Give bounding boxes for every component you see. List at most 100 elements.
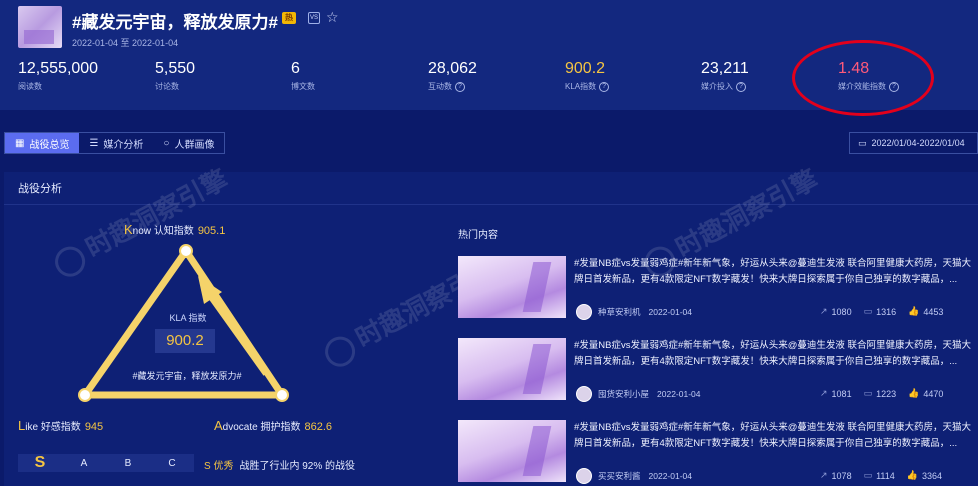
share-icon: ↗	[820, 388, 828, 398]
kla-advocate-label: Advocate 拥护指数 862.6	[214, 418, 333, 433]
stat-value: 12,555,000	[18, 60, 99, 77]
stat-media-input: 23,211 媒介投入?	[701, 60, 749, 92]
avatar	[576, 304, 592, 320]
comments-metric: ▭ 1114	[863, 470, 895, 481]
sliders-icon: ☰	[89, 137, 99, 149]
view-tabs: ▦ 战役总览 ☰ 媒介分析 ○ 人群画像	[4, 132, 226, 154]
grade-scale: S A B C	[18, 454, 194, 472]
tab-overview[interactable]: ▦ 战役总览	[5, 133, 80, 153]
grade-c: C	[168, 457, 176, 469]
shares-metric: ↗ 1080	[820, 306, 852, 317]
hot-content-item[interactable]: #发量NB症vs发量弱鸡症#新年新气象，好运从头来@蔓迪生发液 联合阿里健康大药…	[458, 420, 978, 486]
kla-know-label: Know 认知指数 905.1	[124, 222, 226, 237]
topic-title: #藏发元宇宙，释放发原力#	[72, 13, 278, 32]
post-metrics: ↗ 1080 ▭ 1316 👍 4453	[820, 306, 943, 317]
post-metrics: ↗ 1078 ▭ 1114 👍 3364	[820, 470, 942, 481]
comments-metric: ▭ 1316	[863, 306, 897, 317]
stat-reads: 12,555,000 阅读数	[18, 60, 98, 92]
comment-icon: ▭	[863, 306, 873, 316]
likes-metric: 👍 3364	[906, 470, 943, 481]
post-author: 种草安利机 2022-01-04	[598, 307, 692, 317]
tab-media-analysis[interactable]: ☰ 媒介分析	[79, 133, 153, 153]
stat-label: 互动数	[428, 82, 452, 91]
stat-value: 900.2	[565, 60, 606, 77]
divider	[4, 204, 978, 205]
avatar	[576, 386, 592, 402]
shares-metric: ↗ 1081	[820, 388, 852, 399]
post-image[interactable]	[458, 338, 566, 400]
kla-like-label: Like 好感指数 945	[18, 418, 104, 433]
kla-triangle-graphic	[78, 244, 289, 402]
stat-label: 阅读数	[18, 82, 42, 91]
stat-value: 28,062	[428, 60, 477, 77]
watermark-logo-icon	[319, 331, 361, 373]
hot-content-item[interactable]: #发量NB症vs发量弱鸡症#新年新气象，好运从头来@蔓迪生发液 联合阿里健康大药…	[458, 256, 978, 322]
stat-value: 23,211	[701, 60, 749, 77]
stat-kla: 900.2 KLA指数?	[565, 60, 610, 92]
post-image[interactable]	[458, 420, 566, 482]
vs-badge: VS	[308, 12, 320, 24]
hot-badge: 热	[282, 12, 296, 24]
stat-discussions: 5,550 讨论数	[155, 60, 195, 92]
post-text[interactable]: #发量NB症vs发量弱鸡症#新年新气象，好运从头来@蔓迪生发液 联合阿里健康大药…	[574, 256, 978, 290]
user-icon: ○	[163, 137, 170, 149]
grade-b: B	[124, 457, 132, 469]
kla-index-value: 900.2	[155, 329, 215, 353]
chart-icon: ▦	[15, 137, 25, 149]
date-range: 2022-01-04 至 2022-01-04	[72, 38, 179, 48]
stat-label: 媒介投入	[701, 82, 733, 91]
star-outline-icon[interactable]: ☆	[326, 8, 339, 26]
help-icon[interactable]: ?	[599, 81, 610, 92]
highlight-annotation-circle	[792, 40, 934, 116]
thumbs-up-icon: 👍	[908, 388, 920, 398]
calendar-icon: ▭	[858, 137, 867, 148]
post-image[interactable]	[458, 256, 566, 318]
kla-arrow-shaft	[203, 288, 269, 376]
avatar	[576, 468, 592, 484]
help-icon[interactable]: ?	[736, 81, 746, 92]
thumbs-up-icon: 👍	[906, 470, 918, 480]
stat-interactions: 28,062 互动数?	[428, 60, 477, 92]
comment-icon: ▭	[863, 470, 873, 480]
tab-label: 人群画像	[174, 139, 215, 151]
tab-label: 媒介分析	[103, 139, 144, 151]
comment-icon: ▭	[863, 388, 873, 398]
date-range-picker[interactable]: ▭ 2022/01/04-2022/01/04	[849, 132, 978, 154]
post-text[interactable]: #发量NB症vs发量弱鸡症#新年新气象，好运从头来@蔓迪生发液 联合阿里健康大药…	[574, 420, 978, 454]
tab-label: 战役总览	[29, 139, 70, 151]
help-icon[interactable]: ?	[455, 81, 465, 92]
hot-content-item[interactable]: #发量NB症vs发量弱鸡症#新年新气象，好运从头来@蔓迪生发液 联合阿里健康大药…	[458, 338, 978, 404]
kla-index-label: KLA 指数	[169, 313, 207, 323]
panel-title: 战役分析	[18, 183, 62, 195]
campaign-analysis-panel: 战役分析 时趣洞察引擎 时趣洞察引擎 时趣洞察引擎 Know 认知指数 905.1…	[4, 164, 978, 486]
grade-description: S 优秀 战胜了行业内 92% 的战役	[204, 461, 356, 472]
shares-metric: ↗ 1078	[820, 470, 852, 481]
tab-audience[interactable]: ○ 人群画像	[153, 133, 224, 153]
topic-header: #藏发元宇宙，释放发原力# 热 VS ☆ 2022-01-04 至 2022-0…	[0, 0, 978, 116]
post-author: 买买安利酱 2022-01-04	[598, 471, 692, 481]
kla-vertex-like	[78, 388, 92, 402]
grade-a: A	[80, 457, 88, 469]
stat-value: 5,550	[155, 60, 196, 77]
share-icon: ↗	[820, 306, 828, 316]
likes-metric: 👍 4453	[908, 306, 944, 317]
thumbs-up-icon: 👍	[908, 306, 920, 316]
kla-vertex-know	[179, 244, 193, 258]
stat-label: 讨论数	[155, 82, 179, 91]
stat-value: 6	[291, 60, 300, 77]
likes-metric: 👍 4470	[908, 388, 944, 399]
post-author: 囤货安利小屋 2022-01-04	[598, 389, 701, 399]
kla-topic: #藏发元宇宙，释放发原力#	[132, 371, 242, 381]
stat-posts: 6 博文数	[291, 60, 315, 92]
comments-metric: ▭ 1223	[863, 388, 897, 399]
post-text[interactable]: #发量NB症vs发量弱鸡症#新年新气象，好运从头来@蔓迪生发液 联合阿里健康大药…	[574, 338, 978, 372]
grade-s: S	[34, 454, 46, 471]
kla-vertex-advocate	[275, 388, 289, 402]
date-picker-value: 2022/01/04-2022/01/04	[871, 138, 965, 148]
post-metrics: ↗ 1081 ▭ 1223 👍 4470	[820, 388, 943, 399]
share-icon: ↗	[820, 470, 828, 480]
hot-content-title: 热门内容	[458, 230, 498, 241]
stat-label: 博文数	[291, 82, 315, 91]
topic-thumbnail	[18, 6, 62, 48]
stat-label: KLA指数	[565, 82, 597, 91]
